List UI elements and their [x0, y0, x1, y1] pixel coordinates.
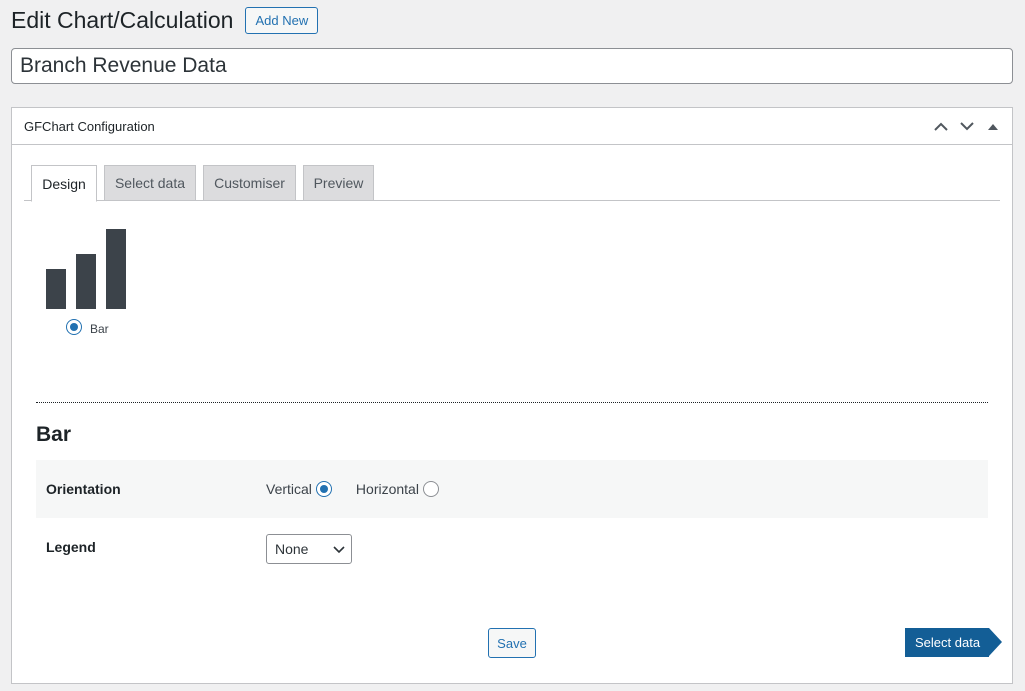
chart-type-label: Bar — [90, 322, 109, 336]
orientation-label: Orientation — [46, 481, 121, 497]
tab-design[interactable]: Design — [31, 165, 97, 202]
orientation-row: Orientation Vertical Horizontal — [36, 460, 988, 518]
add-new-button[interactable]: Add New — [245, 6, 319, 34]
tab-preview[interactable]: Preview — [303, 165, 374, 201]
page-header: Edit Chart/Calculation Add New — [11, 5, 319, 35]
metabox-handle-actions — [928, 108, 1006, 145]
config-tabs: Design Select data Customiser Preview — [24, 165, 1000, 202]
orientation-vertical-radio[interactable] — [315, 481, 332, 497]
chart-type-bar[interactable]: Bar — [46, 228, 128, 336]
post-title-input[interactable]: Branch Revenue Data — [11, 48, 1013, 84]
legend-label: Legend — [46, 539, 96, 555]
tab-select-data[interactable]: Select data — [104, 165, 196, 201]
legend-row: Legend None — [36, 518, 988, 576]
metabox-header: GFChart Configuration — [12, 108, 1012, 145]
gfchart-configuration-metabox: GFChart Configuration Design Select data… — [11, 107, 1013, 684]
orientation-horizontal-radio[interactable] — [422, 481, 439, 497]
next-select-data-button[interactable]: Select data — [905, 628, 1002, 657]
save-button[interactable]: Save — [488, 628, 536, 658]
chart-type-bar-radio[interactable] — [66, 319, 82, 335]
orientation-options: Vertical Horizontal — [266, 481, 439, 497]
page-title: Edit Chart/Calculation — [11, 7, 234, 33]
move-up-icon[interactable] — [928, 114, 954, 140]
collapse-icon[interactable] — [980, 114, 1006, 140]
orientation-horizontal-label: Horizontal — [355, 481, 419, 497]
section-divider — [36, 402, 988, 403]
legend-select[interactable]: None — [266, 534, 352, 564]
legend-select-value: None — [275, 541, 309, 557]
move-down-icon[interactable] — [954, 114, 980, 140]
chart-type-radio-row: Bar — [66, 318, 109, 336]
metabox-title: GFChart Configuration — [24, 118, 155, 134]
orientation-vertical-label: Vertical — [266, 481, 312, 497]
section-title: Bar — [36, 423, 72, 446]
bar-chart-icon[interactable] — [46, 228, 128, 309]
tab-customiser[interactable]: Customiser — [203, 165, 296, 201]
chevron-down-icon — [333, 546, 345, 554]
